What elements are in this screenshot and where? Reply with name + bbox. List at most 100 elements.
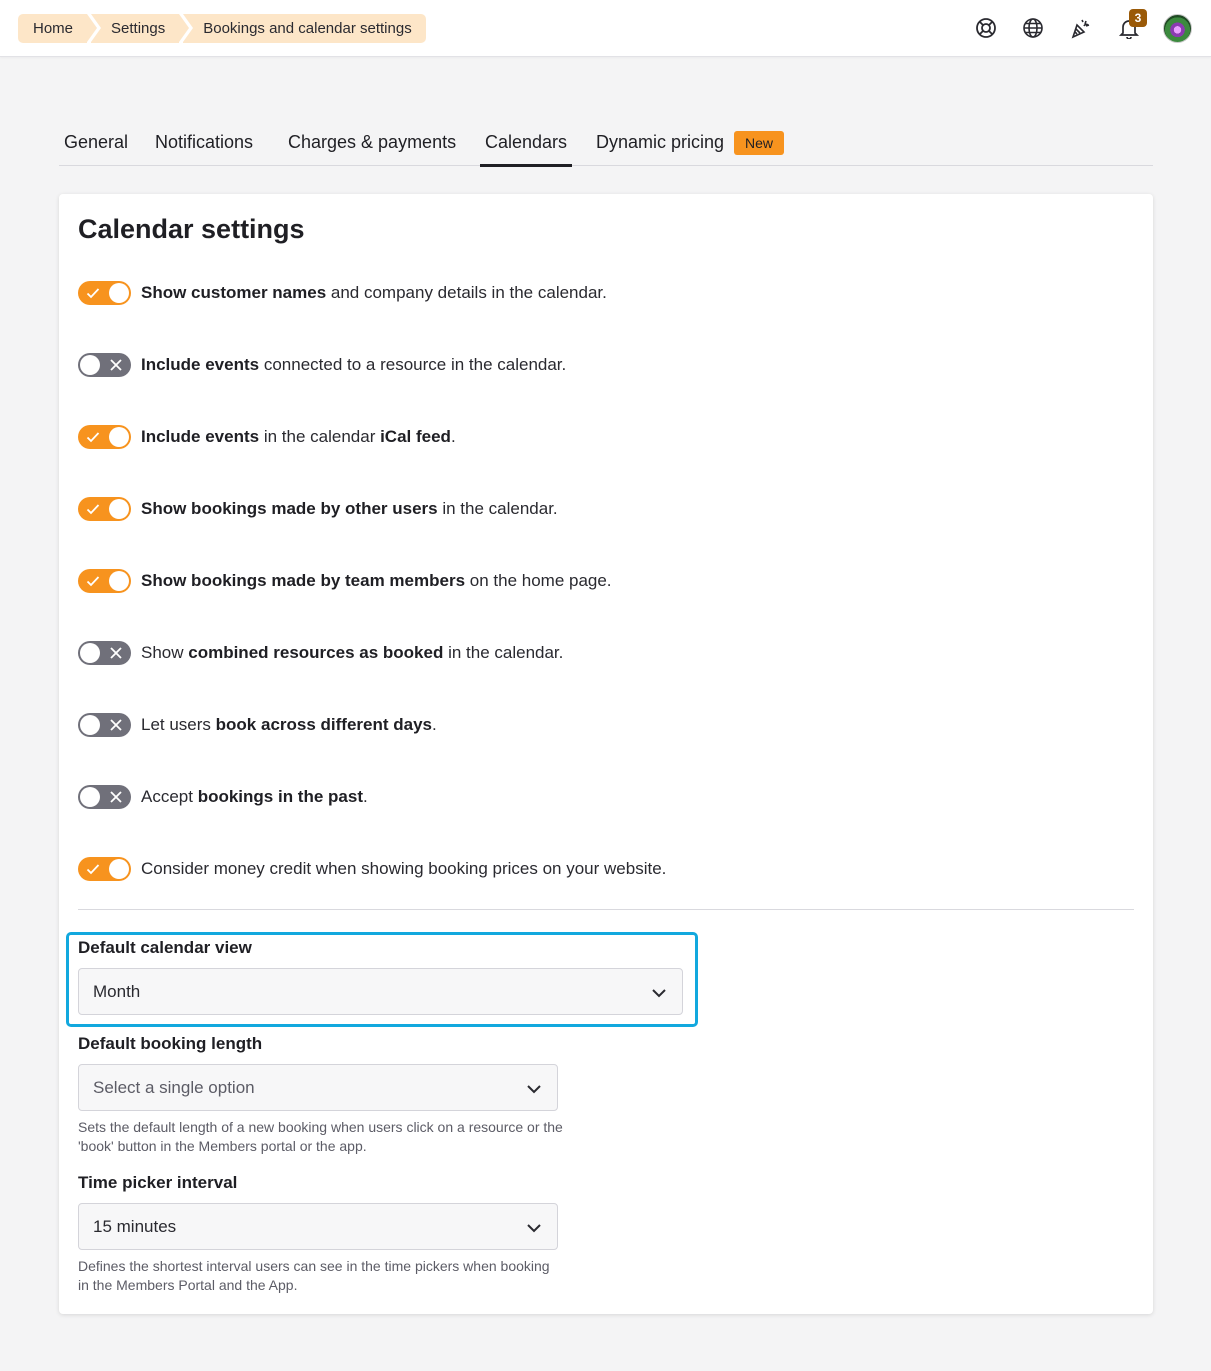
setting-label-text: . — [363, 787, 368, 806]
page-title: Calendar settings — [78, 214, 305, 244]
new-badge: New — [734, 131, 785, 155]
check-icon — [86, 504, 100, 515]
avatar[interactable] — [1163, 14, 1192, 43]
tab-dynamic-pricing[interactable]: Dynamic pricing — [591, 122, 729, 166]
toggle-knob — [109, 571, 129, 591]
tab-general[interactable]: General — [59, 122, 133, 166]
default-calendar-view-label: Default calendar view — [78, 938, 252, 957]
setting-label: Let users book across different days. — [141, 715, 437, 735]
calendar-settings-card: Calendar settings Show customer names an… — [59, 194, 1153, 1314]
check-icon — [86, 576, 100, 587]
check-icon — [86, 288, 100, 299]
breadcrumb-home[interactable]: Home — [18, 14, 98, 43]
setting-row: Include events connected to a resource i… — [78, 352, 566, 378]
default-booking-length-help: Sets the default length of a new booking… — [78, 1119, 563, 1154]
setting-label: Show combined resources as booked in the… — [141, 643, 563, 663]
setting-label-emphasis: Show customer names — [141, 283, 327, 302]
setting-label-text: and company details in the calendar. — [326, 283, 607, 302]
setting-label-emphasis: Include events — [141, 355, 260, 374]
setting-label-emphasis: Include events — [141, 427, 260, 446]
support-icon[interactable] — [974, 16, 998, 40]
breadcrumb-settings[interactable]: Settings — [91, 14, 190, 43]
setting-label-text: . — [432, 715, 437, 734]
check-icon — [86, 864, 100, 875]
chevron-down-icon — [527, 1224, 541, 1233]
setting-label-emphasis: Show bookings made by other users — [141, 499, 438, 518]
toggle-knob — [80, 787, 100, 807]
setting-label-emphasis: bookings in the past — [197, 787, 363, 806]
setting-label: Consider money credit when showing booki… — [141, 859, 666, 879]
default-calendar-view-select[interactable]: Month — [78, 968, 683, 1015]
time-picker-interval-select[interactable]: 15 minutes — [78, 1203, 558, 1250]
setting-row: Show bookings made by other users in the… — [78, 496, 558, 522]
setting-row: Consider money credit when showing booki… — [78, 856, 666, 882]
close-icon — [110, 791, 122, 803]
close-icon — [110, 359, 122, 371]
setting-label: Show bookings made by team members on th… — [141, 571, 612, 591]
setting-row: Show customer names and company details … — [78, 280, 607, 306]
setting-label-text: on the home page. — [465, 571, 612, 590]
toggle-on[interactable] — [78, 569, 131, 593]
setting-label-text: Show — [141, 643, 189, 662]
time-picker-interval-help: Defines the shortest interval users can … — [78, 1258, 550, 1293]
toggle-knob — [109, 283, 129, 303]
toggle-off[interactable] — [78, 353, 131, 377]
setting-label-text: . — [450, 427, 456, 446]
setting-row: Show bookings made by team members on th… — [78, 568, 612, 594]
time-picker-interval-label: Time picker interval — [78, 1173, 238, 1192]
setting-label-emphasis: Show bookings made by team members — [141, 571, 466, 590]
toggle-knob — [109, 499, 129, 519]
setting-label-text: in the calendar. — [437, 499, 558, 518]
setting-label-text: in the calendar. — [443, 643, 564, 662]
toggle-knob — [80, 643, 100, 663]
party-popper-icon[interactable] — [1069, 16, 1093, 40]
toggle-on[interactable] — [78, 497, 131, 521]
toggle-off[interactable] — [78, 785, 131, 809]
toggle-knob — [80, 355, 100, 375]
setting-label-emphasis: combined resources as booked — [188, 643, 444, 662]
toggle-off[interactable] — [78, 641, 131, 665]
toggle-on[interactable] — [78, 425, 131, 449]
close-icon — [110, 647, 122, 659]
setting-label: Include events in the calendar iCal feed… — [141, 427, 456, 447]
setting-row: Let users book across different days. — [78, 712, 437, 738]
tab-calendars[interactable]: Calendars — [480, 122, 573, 167]
tab-charges-payments[interactable]: Charges & payments — [283, 122, 461, 166]
toggle-on[interactable] — [78, 281, 131, 305]
default-calendar-view-value: Month — [93, 981, 141, 1001]
setting-label-text: Let users — [141, 715, 216, 734]
setting-label-text: connected to a resource in the calendar. — [259, 355, 567, 374]
default-booking-length-label: Default booking length — [78, 1034, 263, 1053]
settings-tabs: General Notifications Charges & payments… — [59, 122, 1153, 167]
toggle-knob — [80, 715, 100, 735]
setting-row: Show combined resources as booked in the… — [78, 640, 563, 666]
setting-label-text: Consider money credit when showing booki… — [141, 859, 667, 878]
globe-icon[interactable] — [1021, 16, 1045, 40]
top-bar: Home Settings Bookings and calendar sett… — [0, 0, 1211, 57]
chevron-down-icon — [527, 1085, 541, 1094]
chevron-down-icon — [652, 989, 666, 998]
breadcrumb: Home Settings Bookings and calendar sett… — [18, 14, 430, 43]
tab-notifications[interactable]: Notifications — [150, 122, 258, 166]
setting-label-emphasis: book across different days — [215, 715, 432, 734]
check-icon — [86, 432, 100, 443]
setting-label: Accept bookings in the past. — [141, 787, 368, 807]
default-booking-length-select[interactable]: Select a single option — [78, 1064, 558, 1111]
setting-label: Show customer names and company details … — [141, 283, 607, 303]
toggle-knob — [109, 859, 129, 879]
setting-label-text: Accept — [141, 787, 198, 806]
setting-label: Include events connected to a resource i… — [141, 355, 566, 375]
toggle-off[interactable] — [78, 713, 131, 737]
toggle-knob — [109, 427, 129, 447]
time-picker-interval-value: 15 minutes — [93, 1216, 177, 1236]
close-icon — [110, 719, 122, 731]
divider — [78, 909, 1134, 910]
setting-label-text: in the calendar — [259, 427, 381, 446]
notification-count-badge: 3 — [1129, 9, 1147, 27]
setting-label-emphasis: iCal feed — [380, 427, 451, 446]
setting-row: Include events in the calendar iCal feed… — [78, 424, 456, 450]
setting-label: Show bookings made by other users in the… — [141, 499, 558, 519]
breadcrumb-current: Bookings and calendar settings — [183, 14, 426, 43]
toggle-on[interactable] — [78, 857, 131, 881]
default-booking-length-placeholder: Select a single option — [93, 1077, 255, 1097]
